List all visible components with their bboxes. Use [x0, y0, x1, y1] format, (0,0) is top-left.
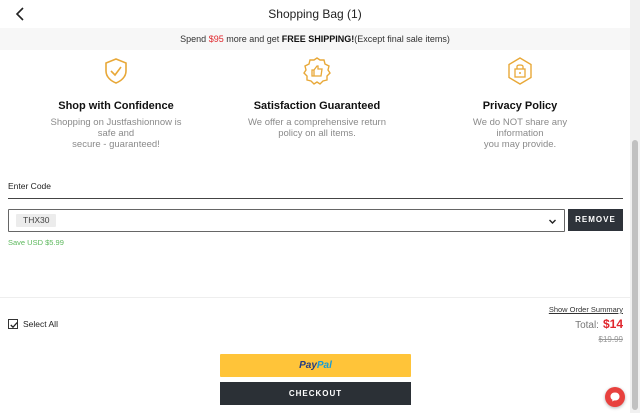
checkout-button[interactable]: CHECKOUT: [220, 382, 411, 405]
checkmark-icon: [10, 322, 18, 329]
trust-features: Shop with Confidence Shopping on Justfas…: [0, 56, 630, 166]
total-label: Total:: [575, 320, 599, 331]
select-all-checkbox[interactable]: [8, 319, 18, 329]
feature-privacy-policy: Privacy Policy We do NOT share any infor…: [420, 56, 620, 150]
promo-prefix: Spend: [180, 34, 209, 44]
promo-highlight: FREE SHIPPING!: [281, 34, 355, 44]
chat-bubble-icon[interactable]: [605, 387, 625, 407]
paypal-button[interactable]: PayPal: [220, 354, 411, 377]
feature-description: We offer a comprehensive return policy on…: [248, 117, 386, 139]
paypal-logo-pay: Pay: [299, 360, 317, 371]
feature-title: Satisfaction Guaranteed: [253, 100, 381, 112]
feature-title: Shop with Confidence: [58, 100, 174, 112]
paypal-logo-pal: Pal: [316, 360, 332, 371]
promo-amount: $95: [208, 34, 224, 44]
page-title: Shopping Bag (1): [268, 7, 362, 21]
feature-title: Privacy Policy: [482, 100, 558, 112]
section-divider: [0, 297, 630, 298]
total-price: $14: [602, 317, 623, 331]
coupon-select[interactable]: THX30: [8, 209, 565, 232]
coupon-chip: THX30: [16, 214, 57, 227]
promo-middle: more and get: [223, 34, 282, 44]
code-divider: [8, 198, 623, 199]
chevron-down-icon: [549, 219, 556, 224]
show-order-summary-link[interactable]: Show Order Summary: [549, 305, 623, 314]
feature-satisfaction-guaranteed: Satisfaction Guaranteed We offer a compr…: [217, 56, 417, 139]
select-all-toggle[interactable]: Select All: [8, 318, 58, 330]
feature-shop-with-confidence: Shop with Confidence Shopping on Justfas…: [16, 56, 216, 150]
remove-coupon-button[interactable]: REMOVE: [568, 209, 623, 231]
page-scrollbar[interactable]: [630, 0, 640, 413]
shield-check-icon: [105, 58, 127, 84]
thumbs-up-badge-icon: [303, 57, 331, 85]
order-total: Total: $14: [575, 317, 623, 331]
savings-text: Save USD $5.99: [8, 238, 64, 247]
promo-suffix: (Except final sale items): [354, 34, 450, 44]
scrollbar-thumb[interactable]: [632, 140, 638, 410]
feature-description: Shopping on Justfashionnow is safe and se…: [50, 117, 182, 150]
lock-badge-icon: [508, 57, 532, 85]
header: Shopping Bag (1): [0, 0, 630, 28]
original-price: $19.99: [598, 335, 623, 344]
shipping-promo-banner: Spend $95 more and get FREE SHIPPING!(Ex…: [0, 28, 630, 50]
feature-description: We do NOT share any information you may p…: [472, 117, 568, 150]
select-all-label: Select All: [23, 319, 58, 329]
enter-code-label: Enter Code: [8, 181, 51, 191]
